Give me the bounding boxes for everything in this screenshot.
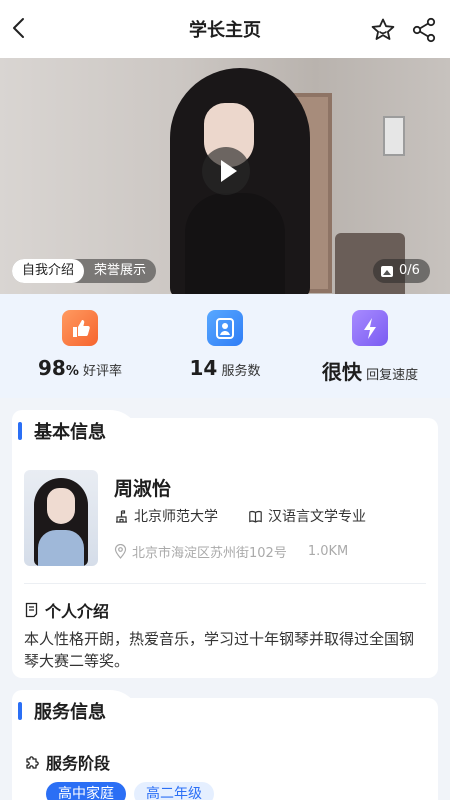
service-info-card: 服务信息 服务阶段 高中家庭 高二年级 <box>12 690 438 800</box>
tab-honors[interactable]: 荣誉展示 <box>84 259 156 283</box>
user-icon <box>207 310 243 346</box>
intro-video[interactable]: 自我介绍 荣誉展示 0/6 <box>0 58 450 294</box>
address-text: 北京市海淀区苏州街102号 <box>132 546 287 561</box>
tab-self-intro[interactable]: 自我介绍 <box>12 259 85 283</box>
media-counter-text: 0/6 <box>399 263 420 278</box>
section-tab: 基本信息 <box>12 410 140 456</box>
location-pin-icon <box>114 544 127 559</box>
top-bar: 学长主页 <box>0 0 450 58</box>
media-tabs: 自我介绍 荣誉展示 <box>12 259 157 283</box>
rating-unit: % <box>65 364 79 379</box>
address-row: 北京市海淀区苏州街102号 1.0KM <box>114 542 348 561</box>
distance-text: 1.0KM <box>307 544 349 559</box>
avatar-face <box>47 488 75 524</box>
share-icon[interactable] <box>411 17 437 43</box>
section-accent-bar <box>18 422 22 440</box>
service-info-title: 服务信息 <box>34 702 106 723</box>
basic-info-card: 基本信息 周淑怡 北京师范大学 汉语言文学专业 北京市海淀区苏州街102号 1.… <box>12 410 438 678</box>
reply-speed-value: 很快 <box>321 360 362 384</box>
intro-heading: 个人介绍 <box>24 598 109 622</box>
rating-value: 98 <box>37 356 66 380</box>
stat-services: 14 服务数 <box>150 310 300 380</box>
lightning-icon <box>352 310 388 346</box>
avatar-shirt <box>38 530 84 566</box>
media-counter[interactable]: 0/6 <box>373 259 430 283</box>
university-name: 北京师范大学 <box>134 509 218 525</box>
tutor-name: 周淑怡 <box>114 478 172 500</box>
services-value: 14 <box>189 356 218 380</box>
major-item: 汉语言文学专业 <box>248 506 366 526</box>
services-label: 服务数 <box>221 364 261 379</box>
school-icon <box>116 509 127 523</box>
document-icon <box>25 602 38 618</box>
person-body <box>185 193 285 294</box>
divider <box>24 583 426 584</box>
basic-info-title: 基本信息 <box>34 422 106 443</box>
stat-reply-speed: 很快 回复速度 <box>295 310 445 385</box>
tag-grade-eleven[interactable]: 高二年级 <box>134 782 214 800</box>
rating-label: 好评率 <box>83 364 123 379</box>
section-accent-bar <box>18 702 22 720</box>
stats-row: 98% 好评率 14 服务数 很快 回复速度 <box>0 294 450 398</box>
intro-title: 个人介绍 <box>45 602 110 621</box>
stage-tags: 高中家庭 高二年级 <box>46 782 214 800</box>
major-name: 汉语言文学专业 <box>268 509 366 525</box>
favorite-star-icon[interactable] <box>370 17 396 43</box>
avatar[interactable] <box>24 470 98 566</box>
puzzle-icon <box>26 756 39 769</box>
play-button-icon[interactable] <box>202 147 250 195</box>
university-item: 北京师范大学 <box>114 506 218 526</box>
background-frame <box>383 116 405 156</box>
reply-speed-label: 回复速度 <box>366 368 419 383</box>
section-tab: 服务信息 <box>12 690 140 736</box>
image-icon <box>381 265 393 277</box>
book-icon <box>249 510 262 523</box>
intro-text: 本人性格开朗，热爱音乐，学习过十年钢琴并取得过全国钢琴大赛二等奖。 <box>24 630 415 670</box>
stage-title: 服务阶段 <box>46 754 111 773</box>
stage-heading: 服务阶段 <box>24 750 110 774</box>
tag-high-school-family[interactable]: 高中家庭 <box>46 782 126 800</box>
thumbs-up-icon <box>62 310 98 346</box>
stat-rating: 98% 好评率 <box>5 310 155 380</box>
education-row: 北京师范大学 汉语言文学专业 <box>114 506 396 526</box>
